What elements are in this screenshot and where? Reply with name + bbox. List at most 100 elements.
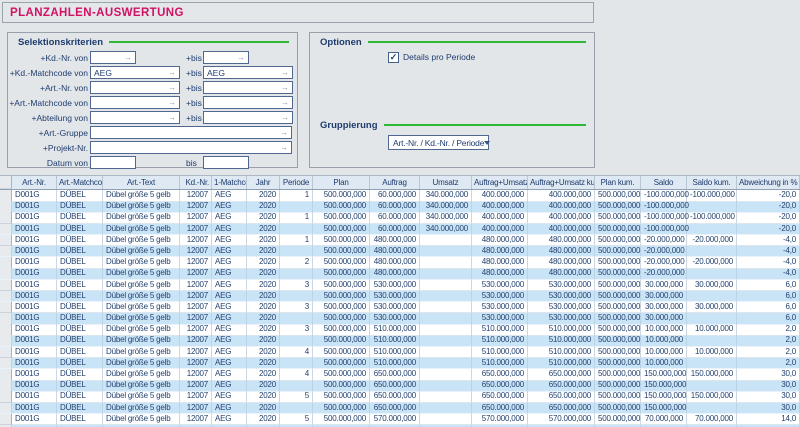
cell-plan: 500.000,000 — [313, 201, 370, 213]
cell-saldo-kum: -100.000,000 — [687, 190, 737, 202]
row-selector[interactable] — [0, 369, 12, 381]
field-kd-matchcode-von-bis-input[interactable]: AEG→ — [203, 66, 293, 79]
table-row[interactable]: D001GDÜBELDübel größe 5 gelb12007AEG2020… — [0, 224, 800, 235]
table-row[interactable]: D001GDÜBELDübel größe 5 gelb12007AEG2020… — [0, 347, 800, 358]
row-selector[interactable] — [0, 302, 12, 314]
lookup-arrow-icon[interactable]: → — [168, 69, 176, 77]
selection-criteria-panel: Selektionskriterien +Kd.-Nr. von→+bis→+K… — [7, 32, 298, 168]
cell-auftrag-umsatz: 400.000,000 — [472, 224, 528, 236]
cell-auftrag-umsatz: 480.000,000 — [472, 268, 528, 280]
row-selector[interactable] — [0, 280, 12, 292]
lookup-arrow-icon[interactable]: → — [280, 144, 288, 152]
table-row[interactable]: D001GDÜBELDübel größe 5 gelb12007AEG2020… — [0, 235, 800, 246]
field-abteilung-von-bis-input[interactable]: → — [203, 111, 293, 124]
table-row[interactable]: D001GDÜBELDübel größe 5 gelb12007AEG2020… — [0, 257, 800, 268]
cell-abweichung: 2,0 — [737, 347, 800, 359]
field-kd-nr-von-bis-input[interactable]: → — [203, 51, 249, 64]
field-datum-von-bis-input[interactable] — [203, 156, 249, 169]
row-selector[interactable] — [0, 291, 12, 303]
lookup-arrow-icon[interactable]: → — [281, 69, 289, 77]
row-selector[interactable] — [0, 224, 12, 236]
row-selector[interactable] — [0, 313, 12, 325]
cell-auftrag-umsatz-kum: 400.000,000 — [528, 201, 595, 213]
cell-saldo-kum: 10.000,000 — [687, 324, 737, 336]
cell-art-nr: D001G — [12, 257, 57, 269]
cell-auftrag-umsatz-kum: 530.000,000 — [528, 313, 595, 325]
cell-auftrag-umsatz: 650.000,000 — [472, 403, 528, 415]
row-selector[interactable] — [0, 212, 12, 224]
table-row[interactable]: D001GDÜBELDübel größe 5 gelb12007AEG2020… — [0, 391, 800, 402]
col-header-umsatz: Umsatz — [420, 176, 472, 189]
cell-auftrag: 530.000,000 — [370, 291, 420, 303]
table-row[interactable]: D001GDÜBELDübel größe 5 gelb12007AEG2020… — [0, 380, 800, 391]
field-kd-matchcode-von-input[interactable]: AEG→ — [90, 66, 180, 79]
cell-art-matchcode: DÜBEL — [57, 246, 103, 258]
field-row-kd-matchcode-von: +Kd.-Matchcode vonAEG→+bisAEG→ — [8, 65, 297, 80]
lookup-arrow-icon[interactable]: → — [281, 84, 289, 92]
grouping-select[interactable]: Art.-Nr. / Kd.-Nr. / Periode — [388, 135, 489, 150]
field-projekt-nr-input[interactable]: → — [90, 141, 292, 154]
lookup-arrow-icon[interactable]: → — [281, 99, 289, 107]
field-abteilung-von-input[interactable]: → — [90, 111, 180, 124]
row-selector[interactable] — [0, 335, 12, 347]
row-selector[interactable] — [0, 235, 12, 247]
row-selector[interactable] — [0, 380, 12, 392]
cell-saldo: 10.000,000 — [641, 347, 687, 359]
field-art-nr-von-bis-input[interactable]: → — [203, 81, 293, 94]
row-selector[interactable] — [0, 414, 12, 426]
lookup-arrow-icon[interactable]: → — [237, 54, 245, 62]
row-selector[interactable] — [0, 201, 12, 213]
field-kd-nr-von-input[interactable]: → — [90, 51, 136, 64]
field-art-matchcode-von-input[interactable]: → — [90, 96, 180, 109]
lookup-arrow-icon[interactable]: → — [280, 129, 288, 137]
field-datum-von-input[interactable] — [90, 156, 136, 169]
lookup-arrow-icon[interactable]: → — [281, 114, 289, 122]
row-selector[interactable] — [0, 257, 12, 269]
cell-auftrag-umsatz: 480.000,000 — [472, 246, 528, 258]
cell-plan: 500.000,000 — [313, 347, 370, 359]
cell-kd-nr: 12007 — [180, 347, 212, 359]
lookup-arrow-icon[interactable]: → — [168, 114, 176, 122]
table-row[interactable]: D001GDÜBELDübel größe 5 gelb12007AEG2020… — [0, 369, 800, 380]
cell-art-text: Dübel größe 5 gelb — [103, 201, 180, 213]
cell-periode: 3 — [280, 324, 313, 336]
table-row[interactable]: D001GDÜBELDübel größe 5 gelb12007AEG2020… — [0, 291, 800, 302]
row-selector[interactable] — [0, 403, 12, 415]
cell-jahr: 2020 — [247, 335, 280, 347]
cell-umsatz — [420, 335, 472, 347]
table-row[interactable]: D001GDÜBELDübel größe 5 gelb12007AEG2020… — [0, 201, 800, 212]
table-row[interactable]: D001GDÜBELDübel größe 5 gelb12007AEG2020… — [0, 358, 800, 369]
details-pro-periode-checkbox[interactable]: ✓ — [388, 52, 399, 63]
table-row[interactable]: D001GDÜBELDübel größe 5 gelb12007AEG2020… — [0, 324, 800, 335]
cell-1-matchcode: AEG — [212, 380, 247, 392]
row-selector[interactable] — [0, 347, 12, 359]
row-selector[interactable] — [0, 324, 12, 336]
cell-1-matchcode: AEG — [212, 280, 247, 292]
row-selector[interactable] — [0, 391, 12, 403]
lookup-arrow-icon[interactable]: → — [168, 84, 176, 92]
cell-art-text: Dübel größe 5 gelb — [103, 268, 180, 280]
table-row[interactable]: D001GDÜBELDübel größe 5 gelb12007AEG2020… — [0, 335, 800, 346]
green-divider — [109, 41, 289, 43]
lookup-arrow-icon[interactable]: → — [124, 54, 132, 62]
table-row[interactable]: D001GDÜBELDübel größe 5 gelb12007AEG2020… — [0, 268, 800, 279]
cell-plan: 500.000,000 — [313, 380, 370, 392]
field-art-nr-von-input[interactable]: → — [90, 81, 180, 94]
table-row[interactable]: D001GDÜBELDübel größe 5 gelb12007AEG2020… — [0, 190, 800, 201]
table-row[interactable]: D001GDÜBELDübel größe 5 gelb12007AEG2020… — [0, 246, 800, 257]
table-row[interactable]: D001GDÜBELDübel größe 5 gelb12007AEG2020… — [0, 313, 800, 324]
cell-art-nr: D001G — [12, 335, 57, 347]
cell-abweichung: -20,0 — [737, 190, 800, 202]
row-selector[interactable] — [0, 268, 12, 280]
field-art-gruppe-input[interactable]: → — [90, 126, 292, 139]
table-row[interactable]: D001GDÜBELDübel größe 5 gelb12007AEG2020… — [0, 302, 800, 313]
table-row[interactable]: D001GDÜBELDübel größe 5 gelb12007AEG2020… — [0, 414, 800, 425]
table-row[interactable]: D001GDÜBELDübel größe 5 gelb12007AEG2020… — [0, 212, 800, 223]
table-row[interactable]: D001GDÜBELDübel größe 5 gelb12007AEG2020… — [0, 280, 800, 291]
row-selector[interactable] — [0, 358, 12, 370]
row-selector[interactable] — [0, 190, 12, 202]
lookup-arrow-icon[interactable]: → — [168, 99, 176, 107]
table-row[interactable]: D001GDÜBELDübel größe 5 gelb12007AEG2020… — [0, 403, 800, 414]
field-art-matchcode-von-bis-input[interactable]: → — [203, 96, 293, 109]
row-selector[interactable] — [0, 246, 12, 258]
